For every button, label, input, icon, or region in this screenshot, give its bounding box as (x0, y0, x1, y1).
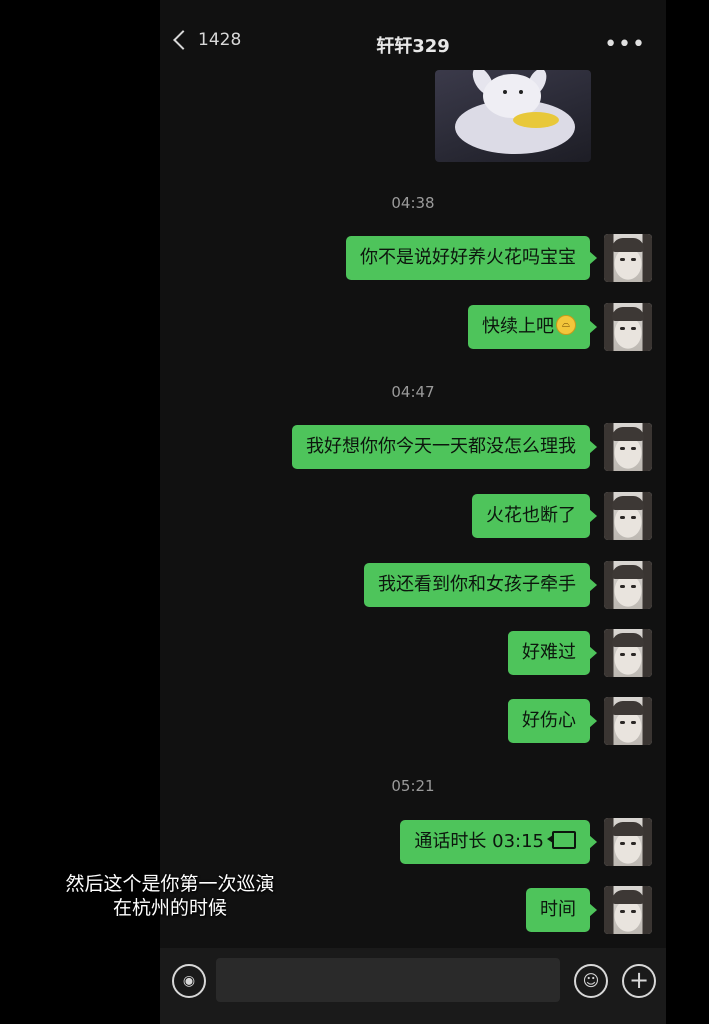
avatar-hair (612, 496, 644, 510)
message-bubble[interactable]: 时间 (526, 888, 597, 932)
avatar-hair (612, 427, 644, 441)
avatar-hair (612, 565, 644, 579)
avatar-eye (631, 721, 636, 724)
avatar-eye (620, 516, 625, 519)
call-record-bubble[interactable]: 通话时长 03:15 (400, 820, 597, 864)
avatar[interactable] (604, 234, 652, 282)
avatar-eye (631, 327, 636, 330)
screen: 1428 轩轩329 ••• 04:38 你不是说好好养火花吗宝宝 快续上吧 ⌓ … (0, 0, 709, 1024)
message-text: 通话时长 03:15 (414, 831, 544, 852)
timestamp: 04:38 (391, 194, 435, 212)
message-text: 你不是说好好养火花吗宝宝 (360, 247, 576, 268)
avatar[interactable] (604, 423, 652, 471)
avatar-hair (612, 307, 644, 321)
avatar-eye (620, 721, 625, 724)
avatar-eye (620, 653, 625, 656)
avatar-eye (631, 516, 636, 519)
input-bar: ◉ ☺ + (160, 948, 666, 1024)
avatar[interactable] (604, 886, 652, 934)
chat-window: 1428 轩轩329 ••• 04:38 你不是说好好养火花吗宝宝 快续上吧 ⌓ … (160, 0, 666, 1024)
avatar-hair (612, 701, 644, 715)
message-input[interactable] (216, 958, 560, 1002)
plus-icon[interactable]: + (622, 964, 656, 998)
message-bubble[interactable]: 火花也断了 (472, 494, 597, 538)
message-text: 好伤心 (522, 710, 576, 731)
avatar-eye (631, 842, 636, 845)
sticker-image[interactable] (435, 70, 591, 162)
message-bubble[interactable]: 我还看到你和女孩子牵手 (364, 563, 597, 607)
avatar-eye (631, 447, 636, 450)
avatar-eye (620, 327, 625, 330)
emoji-icon[interactable]: ☺ (574, 964, 608, 998)
voice-icon[interactable]: ◉ (172, 964, 206, 998)
avatar[interactable] (604, 629, 652, 677)
avatar-hair (612, 238, 644, 252)
avatar-eye (631, 653, 636, 656)
avatar[interactable] (604, 561, 652, 609)
avatar-eye (620, 842, 625, 845)
avatar-hair (612, 822, 644, 836)
phone-call-icon (547, 831, 576, 849)
avatar[interactable] (604, 818, 652, 866)
video-subtitle: 然后这个是你第一次巡演 在杭州的时候 (0, 872, 340, 920)
message-bubble[interactable]: 快续上吧 ⌓ (468, 305, 597, 349)
message-bubble[interactable]: 好难过 (508, 631, 597, 675)
avatar-eye (631, 910, 636, 913)
avatar[interactable] (604, 697, 652, 745)
avatar-hair (612, 633, 644, 647)
avatar-hair (612, 890, 644, 904)
avatar-eye (620, 447, 625, 450)
chat-title: 轩轩329 (376, 36, 450, 57)
avatar-eye (631, 585, 636, 588)
timestamp: 05:21 (391, 777, 435, 795)
sad-face-emoji-icon: ⌓ (556, 315, 576, 335)
message-text: 我还看到你和女孩子牵手 (378, 574, 576, 595)
sticker-banana (513, 112, 559, 128)
subtitle-line: 在杭州的时候 (112, 897, 227, 919)
more-options-button[interactable]: ••• (604, 32, 646, 57)
message-bubble[interactable]: 你不是说好好养火花吗宝宝 (346, 236, 597, 280)
sticker-eye (503, 90, 507, 94)
message-bubble[interactable]: 我好想你你今天一天都没怎么理我 (292, 425, 597, 469)
sticker-eye (519, 90, 523, 94)
message-text: 我好想你你今天一天都没怎么理我 (306, 436, 576, 457)
message-text: 好难过 (522, 642, 576, 663)
avatar-eye (620, 585, 625, 588)
avatar[interactable] (604, 492, 652, 540)
timestamp: 04:47 (391, 383, 435, 401)
avatar[interactable] (604, 303, 652, 351)
message-bubble[interactable]: 好伤心 (508, 699, 597, 743)
avatar-eye (620, 910, 625, 913)
avatar-eye (620, 258, 625, 261)
avatar-eye (631, 258, 636, 261)
message-text: 时间 (540, 899, 576, 920)
message-text: 火花也断了 (486, 505, 576, 526)
message-text: 快续上吧 (482, 316, 554, 337)
chat-header: 1428 轩轩329 ••• (160, 0, 666, 66)
subtitle-line: 然后这个是你第一次巡演 (65, 873, 275, 895)
